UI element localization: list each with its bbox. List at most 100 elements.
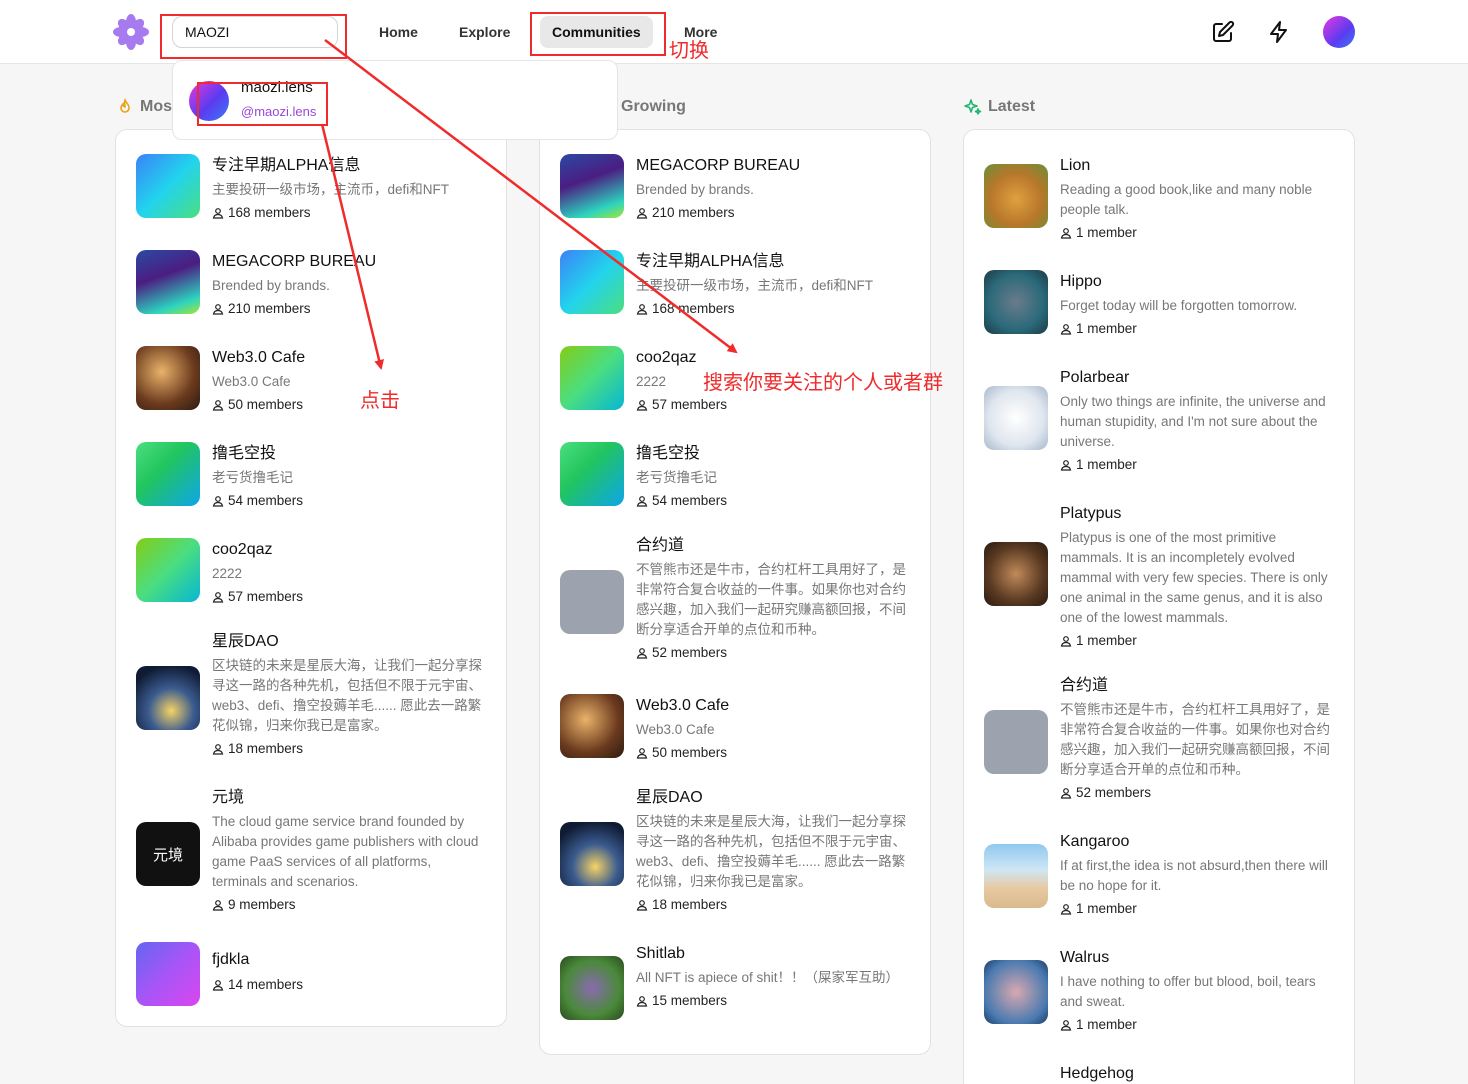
community-item[interactable]: Shitlab All NFT is apiece of shit！！（屎家军互助… <box>560 942 912 1032</box>
community-avatar <box>984 844 1048 908</box>
member-count-label: 15 members <box>652 993 728 1008</box>
lenster-logo-icon[interactable] <box>113 14 149 50</box>
community-desc: Brended by brands. <box>212 278 330 293</box>
community-avatar <box>984 542 1048 606</box>
community-item[interactable]: coo2qaz 2222 57 members <box>136 538 488 604</box>
member-count: 57 members <box>212 587 488 607</box>
member-count: 210 members <box>636 203 912 223</box>
community-desc: 主要投研一级市场，主流币，defi和NFT <box>212 182 450 197</box>
community-name: 合约道 <box>636 537 685 554</box>
user-icon <box>212 304 224 315</box>
member-count-label: 14 members <box>228 977 304 992</box>
community-avatar <box>984 386 1048 450</box>
community-item[interactable]: Hippo Forget today will be forgotten tomo… <box>984 270 1336 336</box>
member-count-label: 1 member <box>1076 321 1137 336</box>
most-active-card: 专注早期ALPHA信息主要投研一级市场，主流币，defi和NFT 168 memb… <box>115 129 507 1027</box>
community-item[interactable]: 合约道不管熊市还是牛市，合约杠杆工具用好了，是非常符合复合收益的一件事。如果你也… <box>560 534 912 670</box>
most-active-title: Mos <box>116 98 172 116</box>
community-item[interactable]: Walrus I have nothing to offer but blood,… <box>984 946 1336 1036</box>
community-avatar <box>560 346 624 410</box>
growing-title: Growing <box>621 98 686 116</box>
community-item[interactable]: 专注早期ALPHA信息主要投研一级市场，主流币，defi和NFT 168 memb… <box>136 154 488 220</box>
member-count: 50 members <box>636 743 912 763</box>
member-count-label: 210 members <box>228 301 311 316</box>
community-avatar <box>560 822 624 886</box>
community-avatar: 元境 <box>136 822 200 886</box>
member-count-label: 1 member <box>1076 901 1137 916</box>
community-avatar <box>984 710 1048 774</box>
community-item[interactable]: 元境 元境 The cloud game service brand founde… <box>136 786 488 912</box>
community-avatar <box>984 960 1048 1024</box>
member-count-label: 210 members <box>652 205 735 220</box>
community-item[interactable]: MEGACORP BUREAU Brended by brands. 210 mem… <box>560 154 912 220</box>
user-icon <box>636 496 648 507</box>
community-item[interactable]: Lion Reading a good book,like and many no… <box>984 154 1336 244</box>
community-avatar <box>136 250 200 314</box>
community-item[interactable]: 合约道 不管熊市还是牛市，合约杠杆工具用好了，是非常符合复合收益的一件事。如果你也… <box>984 674 1336 810</box>
community-item[interactable]: Polarbear Only two things are infinite, t… <box>984 366 1336 476</box>
community-avatar <box>560 442 624 506</box>
user-icon <box>212 592 224 603</box>
member-count: 1 member <box>1060 631 1336 651</box>
community-item[interactable]: Kangaroo If at first,the idea is not absu… <box>984 830 1336 920</box>
community-desc: All NFT is apiece of shit！！（屎家军互助） <box>636 970 900 985</box>
member-count-label: 54 members <box>652 493 728 508</box>
community-avatar <box>136 442 200 506</box>
community-desc: 老亏货撸毛记 <box>212 470 293 485</box>
community-avatar <box>560 570 624 634</box>
community-desc: 不管熊市还是牛市，合约杠杆工具用好了，是非常符合复合收益的一件事。如果你也对合约… <box>636 562 906 637</box>
member-count-label: 57 members <box>228 589 304 604</box>
member-count: 1 member <box>1060 455 1336 475</box>
community-avatar <box>136 538 200 602</box>
nav-home[interactable]: Home <box>367 16 430 48</box>
member-count-label: 9 members <box>228 897 296 912</box>
community-name: Shitlab <box>636 945 685 962</box>
community-name: Kangaroo <box>1060 833 1130 850</box>
community-name: Hedgehog <box>1060 1065 1134 1082</box>
new-post-icon[interactable] <box>1211 20 1235 44</box>
lightning-icon[interactable] <box>1267 20 1291 44</box>
community-item[interactable]: 撸毛空投 老亏货撸毛记 54 members <box>136 442 488 508</box>
latest-card: Lion Reading a good book,like and many no… <box>963 129 1355 1084</box>
community-avatar <box>136 942 200 1006</box>
community-item[interactable]: Web3.0 Cafe Web3.0 Cafe 50 members <box>136 346 488 412</box>
community-desc: Platypus is one of the most primitive ma… <box>1060 530 1328 625</box>
member-count: 57 members <box>636 395 912 415</box>
user-icon <box>1060 324 1072 335</box>
member-count-label: 1 member <box>1076 457 1137 472</box>
community-name: 专注早期ALPHA信息 <box>636 253 785 270</box>
community-item[interactable]: Hedgehog <box>984 1062 1336 1084</box>
user-icon <box>636 900 648 911</box>
community-item[interactable]: fjdkla 14 members <box>136 942 488 1006</box>
member-count: 50 members <box>212 395 488 415</box>
community-name: 元境 <box>212 789 245 806</box>
community-item[interactable]: 星辰DAO 区块链的未来是星辰大海，让我们一起分享探寻这一路的各种先机，包括但不限… <box>560 786 912 922</box>
community-desc: Reading a good book,like and many noble … <box>1060 182 1313 217</box>
user-icon <box>636 400 648 411</box>
user-icon <box>636 208 648 219</box>
user-icon <box>1060 460 1072 471</box>
community-desc: Forget today will be forgotten tomorrow. <box>1060 298 1298 313</box>
community-item[interactable]: Platypus Platypus is one of the most prim… <box>984 502 1336 652</box>
community-name: Walrus <box>1060 949 1110 966</box>
community-name: 专注早期ALPHA信息 <box>212 157 361 174</box>
member-count: 52 members <box>636 643 912 663</box>
annotation-switch: 切换 <box>669 38 709 62</box>
community-item[interactable]: 星辰DAO 区块链的未来是星辰大海，让我们一起分享探寻这一路的各种先机，包括但不限… <box>136 630 488 766</box>
nav-explore[interactable]: Explore <box>447 16 522 48</box>
community-avatar <box>984 164 1048 228</box>
member-count-label: 52 members <box>1076 785 1152 800</box>
user-icon <box>1060 904 1072 915</box>
user-avatar[interactable] <box>1323 16 1355 48</box>
community-item[interactable]: Web3.0 Cafe Web3.0 Cafe 50 members <box>560 694 912 760</box>
user-icon <box>212 900 224 911</box>
member-count-label: 1 member <box>1076 1017 1137 1032</box>
community-item[interactable]: 撸毛空投 老亏货撸毛记 54 members <box>560 442 912 508</box>
community-avatar <box>984 270 1048 334</box>
yuanjing-logo-text: 元境 <box>152 846 183 864</box>
member-count: 18 members <box>212 739 488 759</box>
member-count-label: 50 members <box>652 745 728 760</box>
community-item[interactable]: 专注早期ALPHA信息 主要投研一级市场，主流币，defi和NFT 168 memb… <box>560 250 912 316</box>
community-item[interactable]: MEGACORP BUREAU Brended by brands. 210 mem… <box>136 250 488 316</box>
member-count-label: 168 members <box>228 205 311 220</box>
